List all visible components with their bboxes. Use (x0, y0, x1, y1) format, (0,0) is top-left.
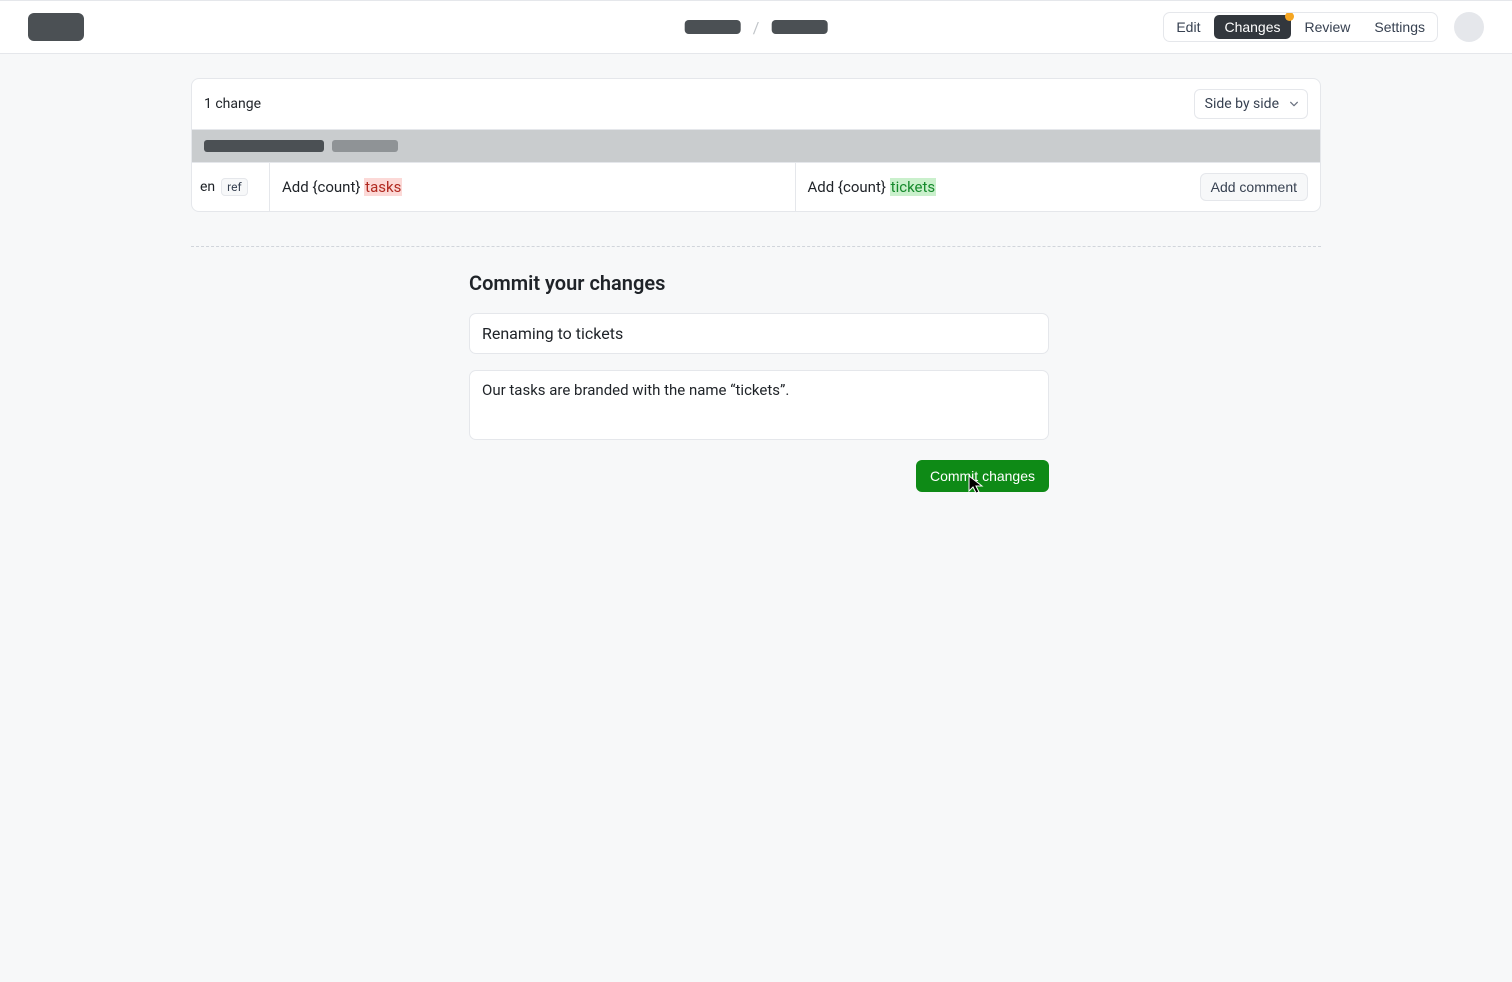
view-mode-select[interactable]: Side by side (1194, 89, 1308, 119)
section-divider (191, 246, 1321, 247)
diff-old-prefix: Add {count} (282, 178, 364, 196)
diff-added: tickets (890, 178, 936, 196)
key-name-placeholder (204, 140, 324, 152)
translation-key-row[interactable] (192, 130, 1320, 162)
diff-new-value: Add {count} tickets Add comment (796, 163, 1321, 211)
commit-actions: Commit changes (469, 460, 1049, 492)
breadcrumb: / (685, 18, 828, 37)
tab-group: Edit Changes Review Settings (1163, 12, 1438, 42)
breadcrumb-separator: / (753, 18, 760, 37)
diff-removed: tasks (364, 178, 402, 196)
tab-review[interactable]: Review (1295, 15, 1361, 39)
tab-changes-label: Changes (1224, 19, 1280, 35)
lang-code: en (200, 179, 215, 195)
logo[interactable] (28, 13, 84, 41)
diff-old-value: Add {count} tasks (270, 163, 796, 211)
avatar[interactable] (1454, 12, 1484, 42)
main-content: 1 change Side by side en ref Add {count}… (191, 54, 1321, 516)
add-comment-button[interactable]: Add comment (1200, 173, 1308, 201)
ref-badge: ref (221, 178, 248, 196)
breadcrumb-repo[interactable] (771, 20, 827, 34)
tab-changes[interactable]: Changes (1214, 15, 1290, 39)
commit-description-input[interactable]: Our tasks are branded with the name “tic… (469, 370, 1049, 440)
app-header: / Edit Changes Review Settings (0, 0, 1512, 54)
changes-card: 1 change Side by side en ref Add {count}… (191, 78, 1321, 212)
changes-count: 1 change (204, 96, 261, 112)
diff-new-prefix: Add {count} (808, 178, 890, 196)
chevron-down-icon (1289, 99, 1299, 109)
changes-card-header: 1 change Side by side (192, 79, 1320, 130)
header-right: Edit Changes Review Settings (1163, 12, 1484, 42)
tab-edit[interactable]: Edit (1166, 15, 1210, 39)
view-mode-value: Side by side (1205, 96, 1279, 112)
tab-settings[interactable]: Settings (1364, 15, 1435, 39)
commit-section: Commit your changes Our tasks are brande… (469, 271, 1049, 492)
diff-lang-cell: en ref (192, 163, 270, 211)
notification-dot-icon (1285, 12, 1294, 21)
commit-changes-button[interactable]: Commit changes (916, 460, 1049, 492)
commit-summary-input[interactable] (469, 313, 1049, 354)
commit-heading: Commit your changes (469, 271, 1049, 295)
breadcrumb-project[interactable] (685, 20, 741, 34)
diff-row: en ref Add {count} tasks Add {count} tic… (192, 162, 1320, 211)
key-meta-placeholder (332, 140, 398, 152)
